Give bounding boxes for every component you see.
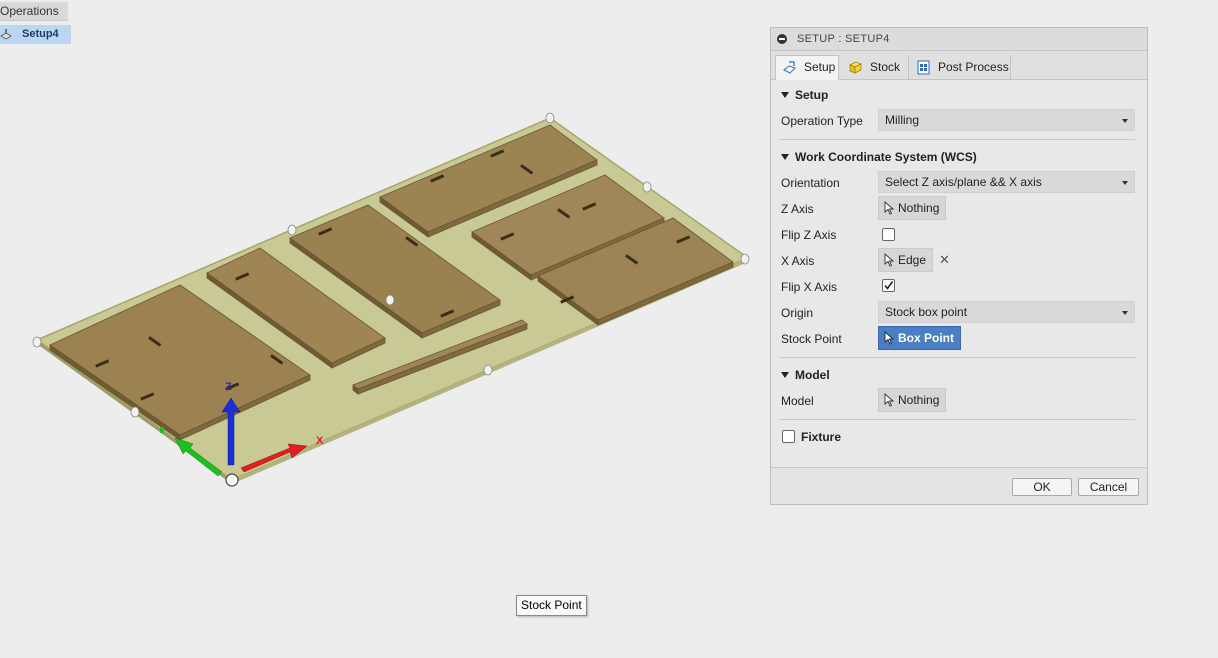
orientation-value: Select Z axis/plane && X axis	[885, 175, 1042, 189]
tab-setup-label: Setup	[804, 60, 836, 74]
dropdown-arrow-icon	[1122, 311, 1128, 315]
origin-dropdown[interactable]: Stock box point	[878, 301, 1135, 323]
section-divider	[779, 357, 1135, 358]
origin-value: Stock box point	[885, 305, 968, 319]
cursor-arrow-icon	[884, 331, 894, 345]
model-scene: Z X	[32, 112, 750, 487]
expand-triangle-icon	[781, 91, 789, 98]
setup-node-icon	[0, 29, 12, 40]
model-label: Model	[781, 394, 814, 408]
setup-section-title: Setup	[795, 88, 829, 102]
tab-setup[interactable]: Setup	[775, 55, 839, 80]
flip-z-axis-label: Flip Z Axis	[781, 228, 837, 242]
operation-type-dropdown[interactable]: Milling	[878, 109, 1135, 131]
tab-stock-label: Stock	[870, 60, 901, 74]
orientation-dropdown[interactable]: Select Z axis/plane && X axis	[878, 171, 1135, 193]
tab-post-process[interactable]: Post Process	[909, 55, 1011, 79]
model-section-header[interactable]: Model	[781, 368, 830, 382]
setup-section-header[interactable]: Setup	[781, 88, 828, 102]
dialog-title-bar[interactable]: SETUP : SETUP4	[771, 28, 1147, 51]
model-section-title: Model	[795, 368, 830, 382]
collapse-icon[interactable]	[777, 34, 787, 44]
model-value: Nothing	[898, 393, 940, 407]
wcs-section-header[interactable]: Work Coordinate System (WCS)	[781, 150, 977, 164]
stock-point-tooltip: Stock Point	[516, 595, 587, 616]
dialog-tabs: Setup Stock Post Process	[771, 51, 1147, 80]
flip-x-axis-label: Flip X Axis	[781, 280, 838, 294]
expand-triangle-icon	[781, 153, 789, 160]
stock-point-label: Stock Point	[781, 332, 842, 346]
orientation-label: Orientation	[781, 176, 840, 190]
dialog-footer: OK Cancel	[771, 467, 1147, 504]
fixture-section-title: Fixture	[801, 430, 842, 444]
operations-header[interactable]: Operations	[0, 2, 68, 21]
flip-z-axis-checkbox[interactable]	[882, 228, 895, 241]
tab-post-process-label: Post Process	[938, 60, 1009, 74]
checkmark-icon	[884, 281, 894, 290]
post-process-icon	[917, 60, 930, 75]
z-axis-label: Z	[225, 381, 232, 393]
x-axis-label: X Axis	[781, 254, 815, 268]
setup-icon	[783, 61, 796, 74]
dialog-title: SETUP : SETUP4	[797, 33, 890, 45]
z-axis-value: Nothing	[898, 201, 940, 215]
graphics-viewport[interactable]: Z X	[0, 40, 770, 600]
cursor-arrow-icon	[884, 393, 894, 407]
x-axis-selection-button[interactable]: Edge	[878, 248, 934, 272]
flip-x-axis-checkbox[interactable]	[882, 279, 895, 292]
ok-button[interactable]: OK	[1012, 478, 1072, 496]
x-axis-label: X	[316, 435, 324, 447]
stock-point-selection-button[interactable]: Box Point	[878, 326, 961, 350]
tab-stock[interactable]: Stock	[841, 55, 909, 79]
setup-dialog: SETUP : SETUP4 Setup Stock Post Process …	[770, 27, 1148, 505]
stock-point-value: Box Point	[898, 331, 954, 345]
stock-cube-icon	[849, 61, 862, 74]
x-axis-value: Edge	[898, 253, 927, 267]
model-selection-button[interactable]: Nothing	[878, 388, 947, 412]
operation-type-label: Operation Type	[781, 114, 863, 128]
cursor-arrow-icon	[884, 253, 894, 267]
section-divider	[779, 139, 1135, 140]
expand-triangle-icon	[781, 371, 789, 378]
fixture-checkbox[interactable]	[782, 430, 795, 443]
dropdown-arrow-icon	[1122, 119, 1128, 123]
clear-x-axis-icon[interactable]: ✕	[939, 252, 950, 268]
dropdown-arrow-icon	[1122, 181, 1128, 185]
operation-type-value: Milling	[885, 113, 920, 127]
z-axis-label: Z Axis	[781, 202, 814, 216]
wcs-section-title: Work Coordinate System (WCS)	[795, 150, 977, 164]
cursor-arrow-icon	[884, 201, 894, 215]
section-divider	[779, 419, 1135, 420]
z-axis-selection-button[interactable]: Nothing	[878, 196, 947, 220]
origin-label: Origin	[781, 306, 814, 320]
cancel-button[interactable]: Cancel	[1078, 478, 1139, 496]
